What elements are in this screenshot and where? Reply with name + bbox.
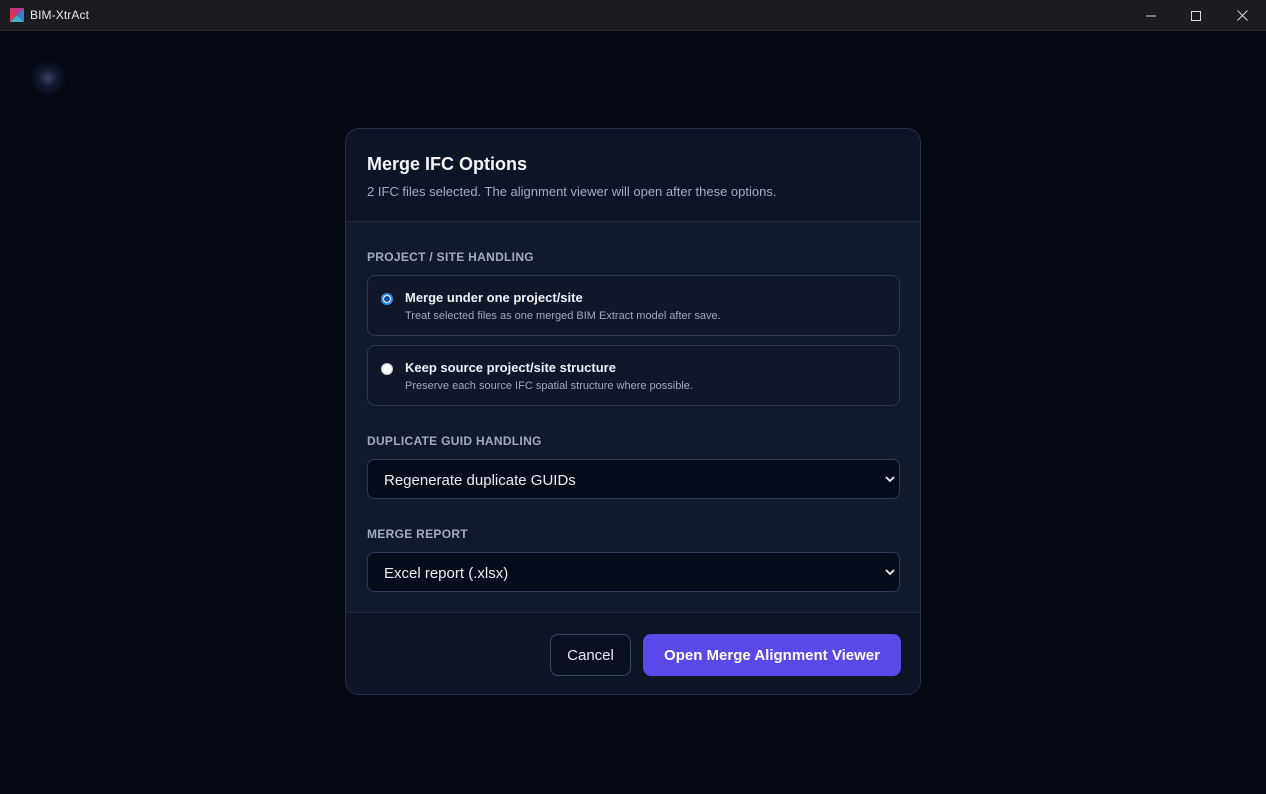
bim-xtract-logo-icon bbox=[10, 8, 24, 22]
maximize-icon bbox=[1191, 10, 1201, 21]
close-button[interactable] bbox=[1219, 0, 1265, 31]
merge-report-label: MERGE REPORT bbox=[367, 527, 468, 541]
option-merge-under-one-project[interactable]: Merge under one project/site Treat selec… bbox=[367, 275, 900, 336]
merge-report-select[interactable]: Excel report (.xlsx) bbox=[367, 552, 900, 592]
option-title: Keep source project/site structure bbox=[405, 360, 616, 375]
window-title: BIM-XtrAct bbox=[30, 8, 90, 22]
chevron-down-icon bbox=[885, 569, 895, 576]
dialog-body: PROJECT / SITE HANDLING Merge under one … bbox=[346, 222, 920, 612]
dialog-header: Merge IFC Options 2 IFC files selected. … bbox=[346, 129, 920, 222]
open-merge-alignment-viewer-button[interactable]: Open Merge Alignment Viewer bbox=[643, 634, 901, 676]
cancel-button[interactable]: Cancel bbox=[550, 634, 631, 676]
duplicate-guid-select[interactable]: Regenerate duplicate GUIDs bbox=[367, 459, 900, 499]
minimize-icon bbox=[1146, 15, 1156, 16]
window-titlebar: BIM-XtrAct bbox=[0, 0, 1266, 31]
dialog-title: Merge IFC Options bbox=[367, 154, 528, 174]
merge-ifc-options-dialog: Merge IFC Options 2 IFC files selected. … bbox=[345, 128, 921, 695]
option-description: Treat selected files as one merged BIM E… bbox=[405, 310, 721, 322]
option-title: Merge under one project/site bbox=[405, 290, 583, 305]
radio-keep-source-structure[interactable] bbox=[381, 363, 393, 375]
minimize-button[interactable] bbox=[1128, 0, 1174, 31]
option-description: Preserve each source IFC spatial structu… bbox=[405, 380, 693, 392]
dialog-subtitle: 2 IFC files selected. The alignment view… bbox=[367, 184, 777, 199]
close-icon bbox=[1236, 10, 1248, 21]
duplicate-guid-handling-label: DUPLICATE GUID HANDLING bbox=[367, 434, 542, 448]
option-keep-source-structure[interactable]: Keep source project/site structure Prese… bbox=[367, 345, 900, 406]
dialog-footer: Cancel Open Merge Alignment Viewer bbox=[346, 612, 920, 694]
maximize-button[interactable] bbox=[1173, 0, 1219, 31]
project-site-handling-label: PROJECT / SITE HANDLING bbox=[367, 250, 534, 264]
background-glow bbox=[30, 60, 66, 96]
radio-merge-under-one-project[interactable] bbox=[381, 293, 393, 305]
chevron-down-icon bbox=[885, 476, 895, 483]
duplicate-guid-selected-value: Regenerate duplicate GUIDs bbox=[384, 472, 576, 489]
merge-report-selected-value: Excel report (.xlsx) bbox=[384, 565, 509, 582]
